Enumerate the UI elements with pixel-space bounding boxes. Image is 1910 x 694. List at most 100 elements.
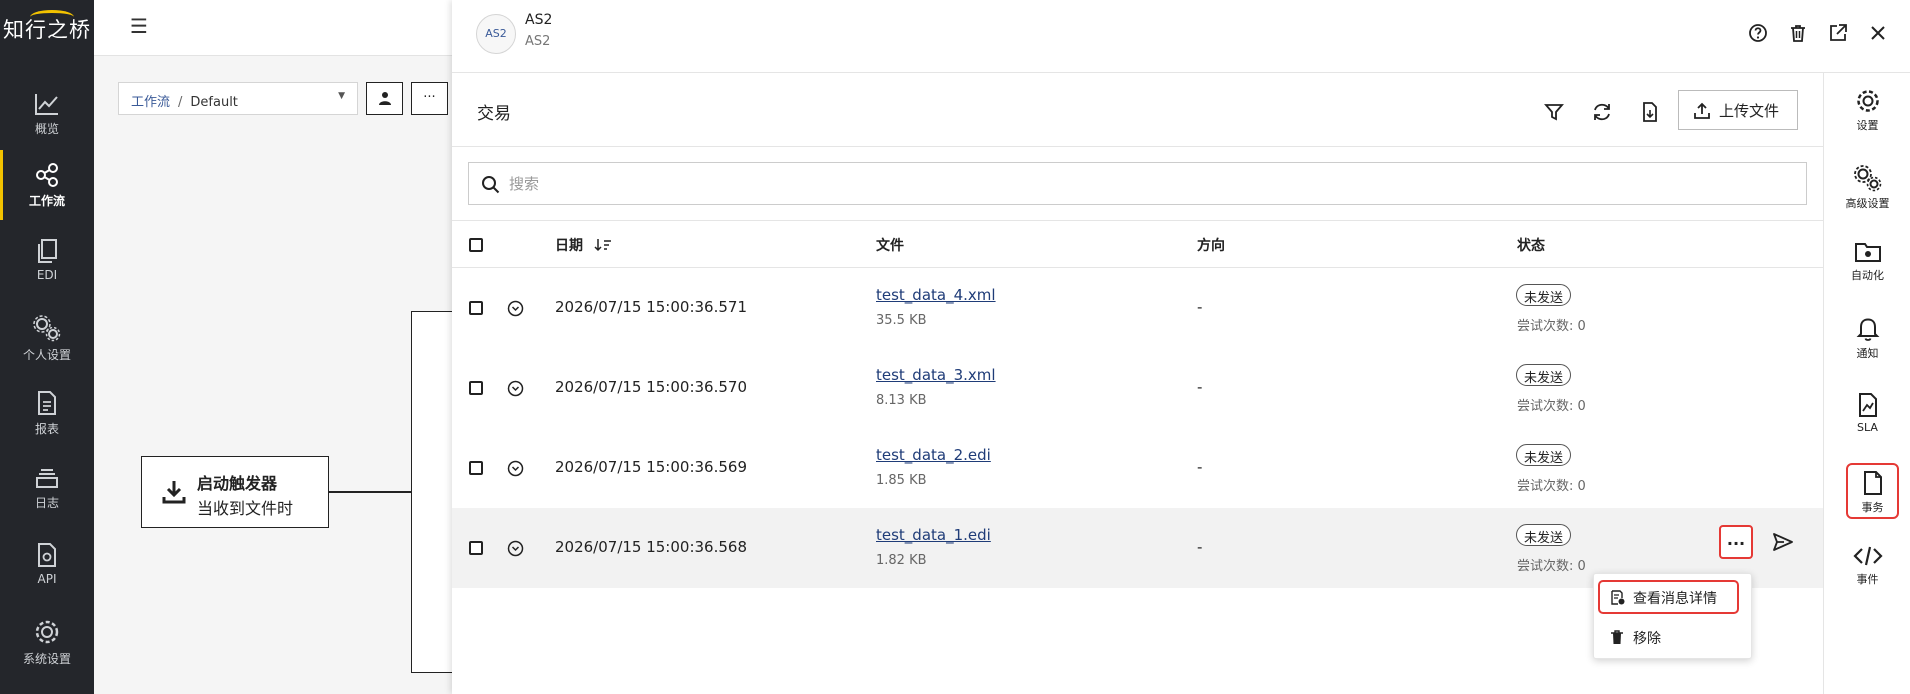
nav-label-overview: 概览 [34,122,59,136]
file-export-icon[interactable] [1639,101,1661,123]
row-direction: - [1197,458,1203,476]
sort-desc-icon[interactable] [594,238,612,252]
help-icon[interactable] [1748,23,1768,43]
column-header-file: 文件 [876,238,904,254]
refresh-icon[interactable] [1591,101,1613,123]
gears-icon [1853,165,1881,192]
chevron-circle-down-icon[interactable] [507,380,524,397]
row-file-link[interactable]: test_data_4.xml [876,286,996,304]
row-file-size: 8.13 KB [876,393,927,408]
hamburger-menu-icon[interactable]: ☰ [130,14,148,38]
rail-item-automation[interactable]: 自动化 [1824,225,1910,295]
upload-label: 上传文件 [1719,102,1780,120]
rail-label-advanced-settings: 高级设置 [1845,197,1890,210]
nav-item-system-settings[interactable]: 系统设置 [0,606,94,676]
rail-label-automation: 自动化 [1851,269,1884,282]
row-direction: - [1197,378,1203,396]
rail-item-sla[interactable]: SLA [1824,377,1910,447]
nav-item-reports[interactable]: 报表 [0,378,94,448]
transactions-panel: 交易 上传文件 日期 文件 方向 状态 2026/07/15 15:00:36.… [452,73,1823,694]
gear-icon [1856,90,1879,112]
rail-item-transactions[interactable]: 事务 [1846,463,1899,519]
nav-label-edi: EDI [36,268,58,282]
rail-item-notifications[interactable]: 通知 [1824,301,1910,371]
column-date-label: 日期 [555,238,583,254]
nav-item-edi[interactable]: EDI [0,226,94,296]
row-tries: 尝试次数: 0 [1517,399,1586,414]
table-row[interactable]: 2026/07/15 15:00:36.571 test_data_4.xml … [452,268,1823,348]
row-date: 2026/07/15 15:00:36.570 [555,378,747,396]
rail-item-events[interactable]: 事件 [1824,529,1910,599]
row-checkbox[interactable] [469,461,483,475]
open-external-icon[interactable] [1828,23,1848,43]
nav-item-api[interactable]: API [0,530,94,600]
close-icon[interactable] [1868,23,1888,43]
row-checkbox[interactable] [469,301,483,315]
nav-label-logs: 日志 [34,496,59,510]
filter-icon[interactable] [1543,101,1565,123]
section-title: 交易 [477,104,511,124]
left-nav: 知行之桥 概览 工作流 EDI 个人设置 报表 日志 API 系统设置 [0,0,94,694]
row-more-button[interactable]: ... [1719,525,1753,559]
breadcrumb-selector[interactable]: 工作流 / Default ▼ [118,82,358,115]
rail-label-settings: 设置 [1856,119,1879,132]
nav-item-logs[interactable]: 日志 [0,454,94,524]
nav-item-personal-settings[interactable]: 个人设置 [0,302,94,372]
row-checkbox[interactable] [469,381,483,395]
gear-icon [35,620,59,644]
row-file-link[interactable]: test_data_1.edi [876,526,991,544]
rail-label-events: 事件 [1856,573,1879,586]
connector-card-peek[interactable] [411,311,452,673]
sla-file-icon [1858,393,1877,417]
status-badge: 未发送 [1516,524,1572,546]
nav-label-personal-settings: 个人设置 [22,348,71,362]
row-file-link[interactable]: test_data_2.edi [876,446,991,464]
chevron-down-icon: ▼ [338,91,345,101]
menu-item-remove[interactable]: 移除 [1594,620,1753,654]
user-button[interactable] [366,82,403,115]
status-badge: 未发送 [1516,284,1572,306]
brand-logo: 知行之桥 [3,18,91,42]
chevron-circle-down-icon[interactable] [507,460,524,477]
trash-icon [1611,630,1623,644]
search-box[interactable] [468,162,1807,205]
as2-app-icon: AS2 [476,14,516,54]
column-header-status: 状态 [1517,238,1545,254]
row-file-link[interactable]: test_data_3.xml [876,366,996,384]
row-tries: 尝试次数: 0 [1517,319,1586,334]
share-nodes-icon [36,163,58,187]
user-icon [378,92,391,105]
chevron-circle-down-icon[interactable] [507,300,524,317]
rail-item-advanced-settings[interactable]: 高级设置 [1824,149,1910,219]
workflow-connector [329,491,412,493]
breadcrumb-current: Default [190,95,238,110]
row-checkbox[interactable] [469,541,483,555]
start-trigger-node[interactable]: 启动触发器 当收到文件时 [141,456,329,528]
breadcrumb-root[interactable]: 工作流 [131,95,170,110]
table-row[interactable]: 2026/07/15 15:00:36.570 test_data_3.xml … [452,348,1823,428]
row-date: 2026/07/15 15:00:36.568 [555,538,747,556]
trigger-title: 启动触发器 [197,474,278,493]
download-icon [162,481,186,504]
breadcrumb-separator: / [178,95,183,110]
drawer-header: AS2 AS2 AS2 [452,0,1910,73]
rail-item-settings[interactable]: 设置 [1824,73,1910,143]
right-rail: 设置 高级设置 自动化 通知 SLA 事务 事件 [1823,73,1910,694]
divider [452,146,1823,147]
column-header-date[interactable]: 日期 [555,235,612,255]
workflow-more-button[interactable]: ··· [411,82,448,115]
message-details-icon [1611,590,1625,605]
row-context-menu: 查看消息详情 移除 [1593,573,1752,659]
search-input[interactable] [509,171,1789,197]
select-all-checkbox[interactable] [469,238,483,252]
upload-file-button[interactable]: 上传文件 [1678,90,1798,130]
send-icon[interactable] [1772,531,1794,553]
divider [452,220,1823,221]
chevron-circle-down-icon[interactable] [507,540,524,557]
row-file-size: 1.82 KB [876,553,927,568]
trash-icon[interactable] [1788,23,1808,43]
menu-item-view-message-details[interactable]: 查看消息详情 [1598,580,1739,614]
nav-item-workflow[interactable]: 工作流 [0,150,94,220]
nav-item-overview[interactable]: 概览 [0,80,94,150]
table-row[interactable]: 2026/07/15 15:00:36.569 test_data_2.edi … [452,428,1823,508]
